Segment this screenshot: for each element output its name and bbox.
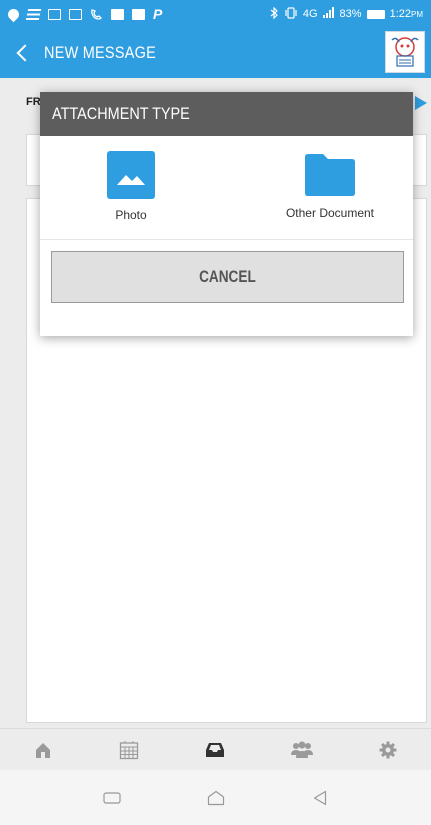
app-logo bbox=[385, 31, 425, 73]
calendar-icon bbox=[120, 740, 139, 759]
recent-apps-button[interactable] bbox=[92, 778, 132, 818]
signal-icon bbox=[322, 7, 335, 21]
status-bar: P 4G 83% 1:22PM bbox=[0, 0, 431, 28]
back-triangle-icon bbox=[313, 790, 326, 805]
back-nav-button[interactable] bbox=[300, 778, 340, 818]
attachment-type-dialog: ATTACHMENT TYPE Photo Other Document CAN… bbox=[40, 92, 413, 336]
other-document-option-label: Other Document bbox=[285, 206, 375, 220]
battery-icon bbox=[366, 9, 385, 19]
paypal-icon: P bbox=[153, 6, 163, 22]
tab-inbox[interactable] bbox=[195, 730, 235, 770]
photo-option-label: Photo bbox=[115, 208, 147, 222]
mail-icon bbox=[111, 8, 124, 20]
vibrate-icon bbox=[284, 6, 298, 22]
home-icon bbox=[36, 742, 51, 758]
location-pin-icon bbox=[5, 6, 22, 22]
home-button[interactable] bbox=[196, 778, 236, 818]
send-icon[interactable] bbox=[415, 96, 427, 110]
dialog-divider bbox=[40, 239, 413, 240]
cancel-button-label: CANCEL bbox=[199, 267, 256, 286]
battery-percent: 83% bbox=[339, 8, 362, 20]
attachment-options: Photo Other Document bbox=[40, 136, 413, 239]
back-button[interactable] bbox=[0, 28, 44, 78]
dialog-header: ATTACHMENT TYPE bbox=[40, 92, 413, 136]
people-icon bbox=[290, 741, 313, 758]
photo-icon bbox=[107, 151, 155, 199]
chevron-left-icon bbox=[16, 44, 34, 62]
mail-icon bbox=[48, 8, 61, 20]
home-outline-icon bbox=[207, 790, 224, 805]
mail-icon bbox=[69, 8, 82, 20]
page-title: NEW MESSAGE bbox=[44, 43, 157, 62]
dialog-title: ATTACHMENT TYPE bbox=[52, 104, 190, 123]
gear-icon bbox=[379, 741, 397, 758]
from-label: FR bbox=[26, 96, 41, 108]
mail-icon bbox=[132, 8, 145, 20]
tab-settings[interactable] bbox=[368, 730, 408, 770]
other-document-option[interactable]: Other Document bbox=[260, 151, 400, 231]
app-bar: NEW MESSAGE bbox=[0, 28, 431, 78]
system-nav-bar bbox=[0, 770, 431, 825]
tab-home[interactable] bbox=[23, 730, 63, 770]
clock: 1:22PM bbox=[389, 8, 423, 20]
tab-people[interactable] bbox=[282, 730, 322, 770]
system-status: 4G 83% 1:22PM bbox=[270, 6, 423, 22]
network-type: 4G bbox=[302, 8, 318, 20]
inbox-icon bbox=[206, 742, 225, 757]
notification-icons: P bbox=[5, 6, 163, 22]
bluetooth-icon bbox=[270, 6, 279, 22]
recent-apps-icon bbox=[102, 791, 121, 804]
folder-icon bbox=[303, 151, 357, 197]
voicemail-icon bbox=[90, 8, 103, 20]
notes-icon bbox=[25, 8, 42, 20]
tab-calendar[interactable] bbox=[109, 730, 149, 770]
cancel-button[interactable]: CANCEL bbox=[51, 251, 404, 303]
bottom-tab-bar bbox=[0, 728, 431, 770]
photo-option[interactable]: Photo bbox=[61, 151, 201, 231]
